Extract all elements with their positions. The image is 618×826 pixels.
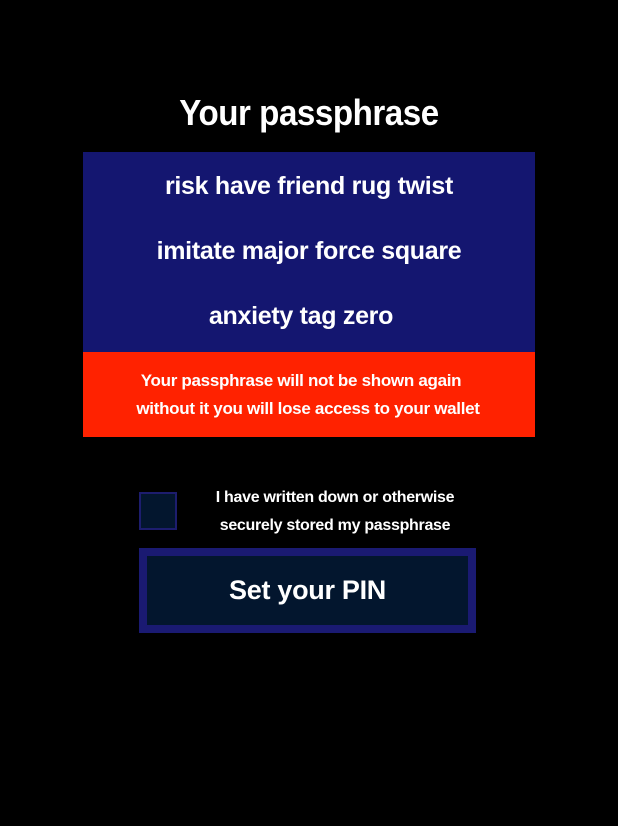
- passphrase-line-2: imitate major force square: [156, 237, 462, 265]
- confirm-label-line-1: I have written down or otherwise: [215, 489, 455, 506]
- page-title: Your passphrase: [179, 92, 439, 133]
- passphrase-box: risk have friend rug twist imitate major…: [83, 152, 535, 352]
- confirm-label-line-2: securely stored my passphrase: [219, 517, 451, 534]
- warning-line-1: Your passphrase will not be shown again: [140, 371, 462, 390]
- passphrase-screen: Your passphrase risk have friend rug twi…: [0, 0, 618, 826]
- confirm-checkbox[interactable]: [139, 492, 177, 530]
- set-pin-button[interactable]: Set your PIN: [139, 548, 476, 633]
- passphrase-line-1: risk have friend rug twist: [164, 172, 454, 200]
- passphrase-line-3: anxiety tag zero: [208, 302, 394, 330]
- warning-line-2: without it you will lose access to your …: [136, 399, 480, 418]
- warning-banner: Your passphrase will not be shown again …: [83, 352, 535, 437]
